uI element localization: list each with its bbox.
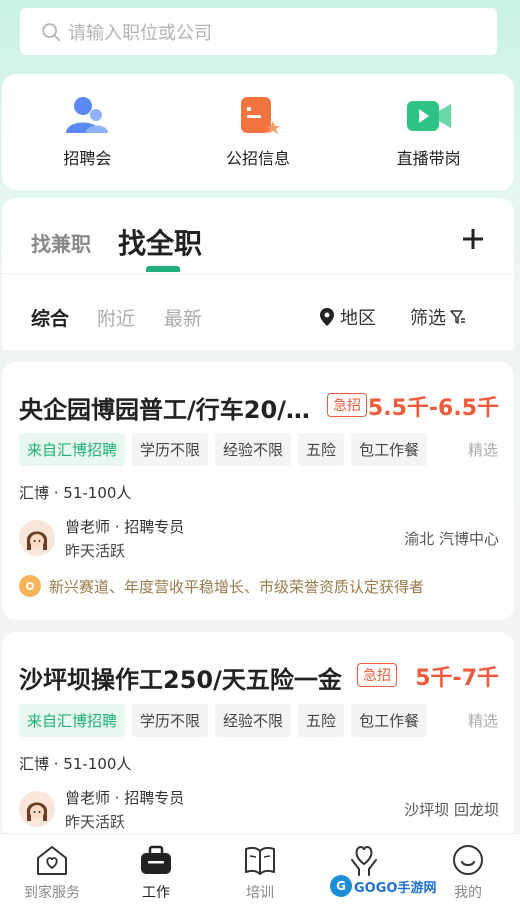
- urgent-badge: 急招: [357, 663, 397, 687]
- nav-label: 工作: [142, 885, 170, 901]
- job-tabs-panel: 找兼职 找全职 综合 附近 最新 地区 筛选: [2, 198, 514, 350]
- urgent-badge: 急招: [327, 393, 367, 417]
- job-title: 央企园博园普工/行车20/…: [19, 396, 310, 424]
- filter-nearby[interactable]: 附近: [97, 304, 135, 331]
- tag: 学历不限: [132, 432, 209, 466]
- smile-icon: [453, 845, 483, 875]
- tag: 五险: [298, 703, 345, 737]
- job-location: 渝北 汽博中心: [404, 530, 499, 548]
- quick-link-live[interactable]: 直播带岗: [349, 95, 509, 169]
- job-tags: 来自汇博招聘 学历不限 经验不限 五险 包工作餐 精选: [19, 432, 509, 466]
- company-info: 汇博 · 51-100人: [19, 484, 132, 502]
- screen-button[interactable]: 筛选: [410, 304, 466, 330]
- search-input[interactable]: 请输入职位或公司: [20, 8, 497, 55]
- highlight-text: 新兴赛道、年度营收平稳增长、市级荣誉资质认定获得者: [49, 577, 425, 596]
- quick-link-job-fair[interactable]: 招聘会: [7, 95, 167, 169]
- filter-icon: [450, 310, 465, 324]
- tag-source: 来自汇博招聘: [19, 703, 126, 737]
- quick-link-label: 公招信息: [225, 149, 290, 168]
- company-highlight: 新兴赛道、年度营收平稳增长、市级荣誉资质认定获得者: [19, 575, 424, 597]
- tab-part-time[interactable]: 找兼职: [31, 228, 91, 257]
- location-pin-icon: [320, 308, 334, 326]
- tag-source: 来自汇博招聘: [19, 432, 126, 466]
- quick-link-label: 直播带岗: [396, 149, 461, 168]
- job-location: 沙坪坝 回龙坝: [404, 801, 499, 819]
- tab-full-time[interactable]: 找全职: [118, 222, 202, 262]
- avatar: [19, 791, 55, 827]
- recruiter-status: 昨天活跃: [65, 813, 126, 831]
- job-title-row: 沙坪坝操作工250/天五险一金 急招 5千-7千: [19, 660, 499, 694]
- watermark-text: GOGO手游网: [354, 880, 437, 896]
- job-title: 沙坪坝操作工250/天五险一金: [19, 666, 342, 694]
- search-icon: [42, 22, 61, 41]
- book-icon: [245, 846, 275, 875]
- watermark-logo: G GOGO手游网: [330, 872, 440, 900]
- recruiter-row: 曾老师 · 招聘专员 昨天活跃 沙坪坝 回龙坝: [19, 787, 499, 831]
- region-button[interactable]: 地区: [320, 304, 376, 330]
- watermark-circle: G: [330, 875, 352, 897]
- job-title-row: 央企园博园普工/行车20/… 急招 5.5千-6.5千: [19, 390, 499, 424]
- quick-links: 招聘会 公招信息 直播带岗: [2, 74, 514, 190]
- salary: 5千-7千: [415, 666, 499, 691]
- people-icon: [66, 97, 109, 133]
- filter-overall[interactable]: 综合: [31, 304, 69, 331]
- region-label: 地区: [340, 308, 376, 329]
- nav-item-home-service[interactable]: 到家服务: [0, 834, 104, 905]
- tag: 五险: [298, 432, 345, 466]
- recruiter-name: 曾老师 · 招聘专员: [65, 518, 185, 536]
- bottom-nav: 到家服务 工作 培训 我的: [0, 833, 520, 905]
- quick-link-public-recruit[interactable]: 公招信息: [178, 95, 338, 169]
- video-camera-icon: [406, 101, 451, 131]
- briefcase-icon: [141, 845, 171, 874]
- nav-label: 我的: [454, 885, 482, 901]
- tag: 包工作餐: [351, 703, 428, 737]
- filter-latest[interactable]: 最新: [164, 304, 202, 331]
- nav-label: 到家服务: [24, 885, 80, 901]
- recruiter-name: 曾老师 · 招聘专员: [65, 789, 185, 807]
- salary: 5.5千-6.5千: [367, 396, 499, 421]
- recruiter-row: 曾老师 · 招聘专员 昨天活跃 渝北 汽博中心: [19, 516, 499, 560]
- search-placeholder: 请输入职位或公司: [68, 22, 212, 44]
- quick-link-label: 招聘会: [63, 149, 112, 168]
- add-icon[interactable]: [462, 228, 484, 250]
- company-info: 汇博 · 51-100人: [19, 755, 132, 773]
- nav-item-training[interactable]: 培训: [208, 834, 312, 905]
- job-card[interactable]: 央企园博园普工/行车20/… 急招 5.5千-6.5千 来自汇博招聘 学历不限 …: [2, 362, 514, 620]
- medal-icon: [19, 575, 41, 597]
- job-card[interactable]: 沙坪坝操作工250/天五险一金 急招 5千-7千 来自汇博招聘 学历不限 经验不…: [2, 632, 514, 842]
- recruiter-status: 昨天活跃: [65, 542, 126, 560]
- home-heart-icon: [37, 846, 67, 875]
- tag-pick: 精选: [467, 711, 498, 730]
- tab-indicator: [146, 266, 180, 272]
- avatar: [19, 520, 55, 556]
- screen-label: 筛选: [410, 308, 446, 329]
- tab-row: 找兼职 找全职: [2, 198, 514, 274]
- tag: 经验不限: [215, 432, 292, 466]
- job-tags: 来自汇博招聘 学历不限 经验不限 五险 包工作餐 精选: [19, 703, 509, 737]
- nav-item-work[interactable]: 工作: [104, 834, 208, 905]
- tag: 包工作餐: [351, 432, 428, 466]
- filter-row: 综合 附近 最新 地区 筛选: [2, 304, 514, 334]
- tag-pick: 精选: [467, 440, 498, 459]
- document-star-icon: [240, 97, 280, 134]
- tag: 学历不限: [132, 703, 209, 737]
- nav-label: 培训: [246, 885, 274, 901]
- tag: 经验不限: [215, 703, 292, 737]
